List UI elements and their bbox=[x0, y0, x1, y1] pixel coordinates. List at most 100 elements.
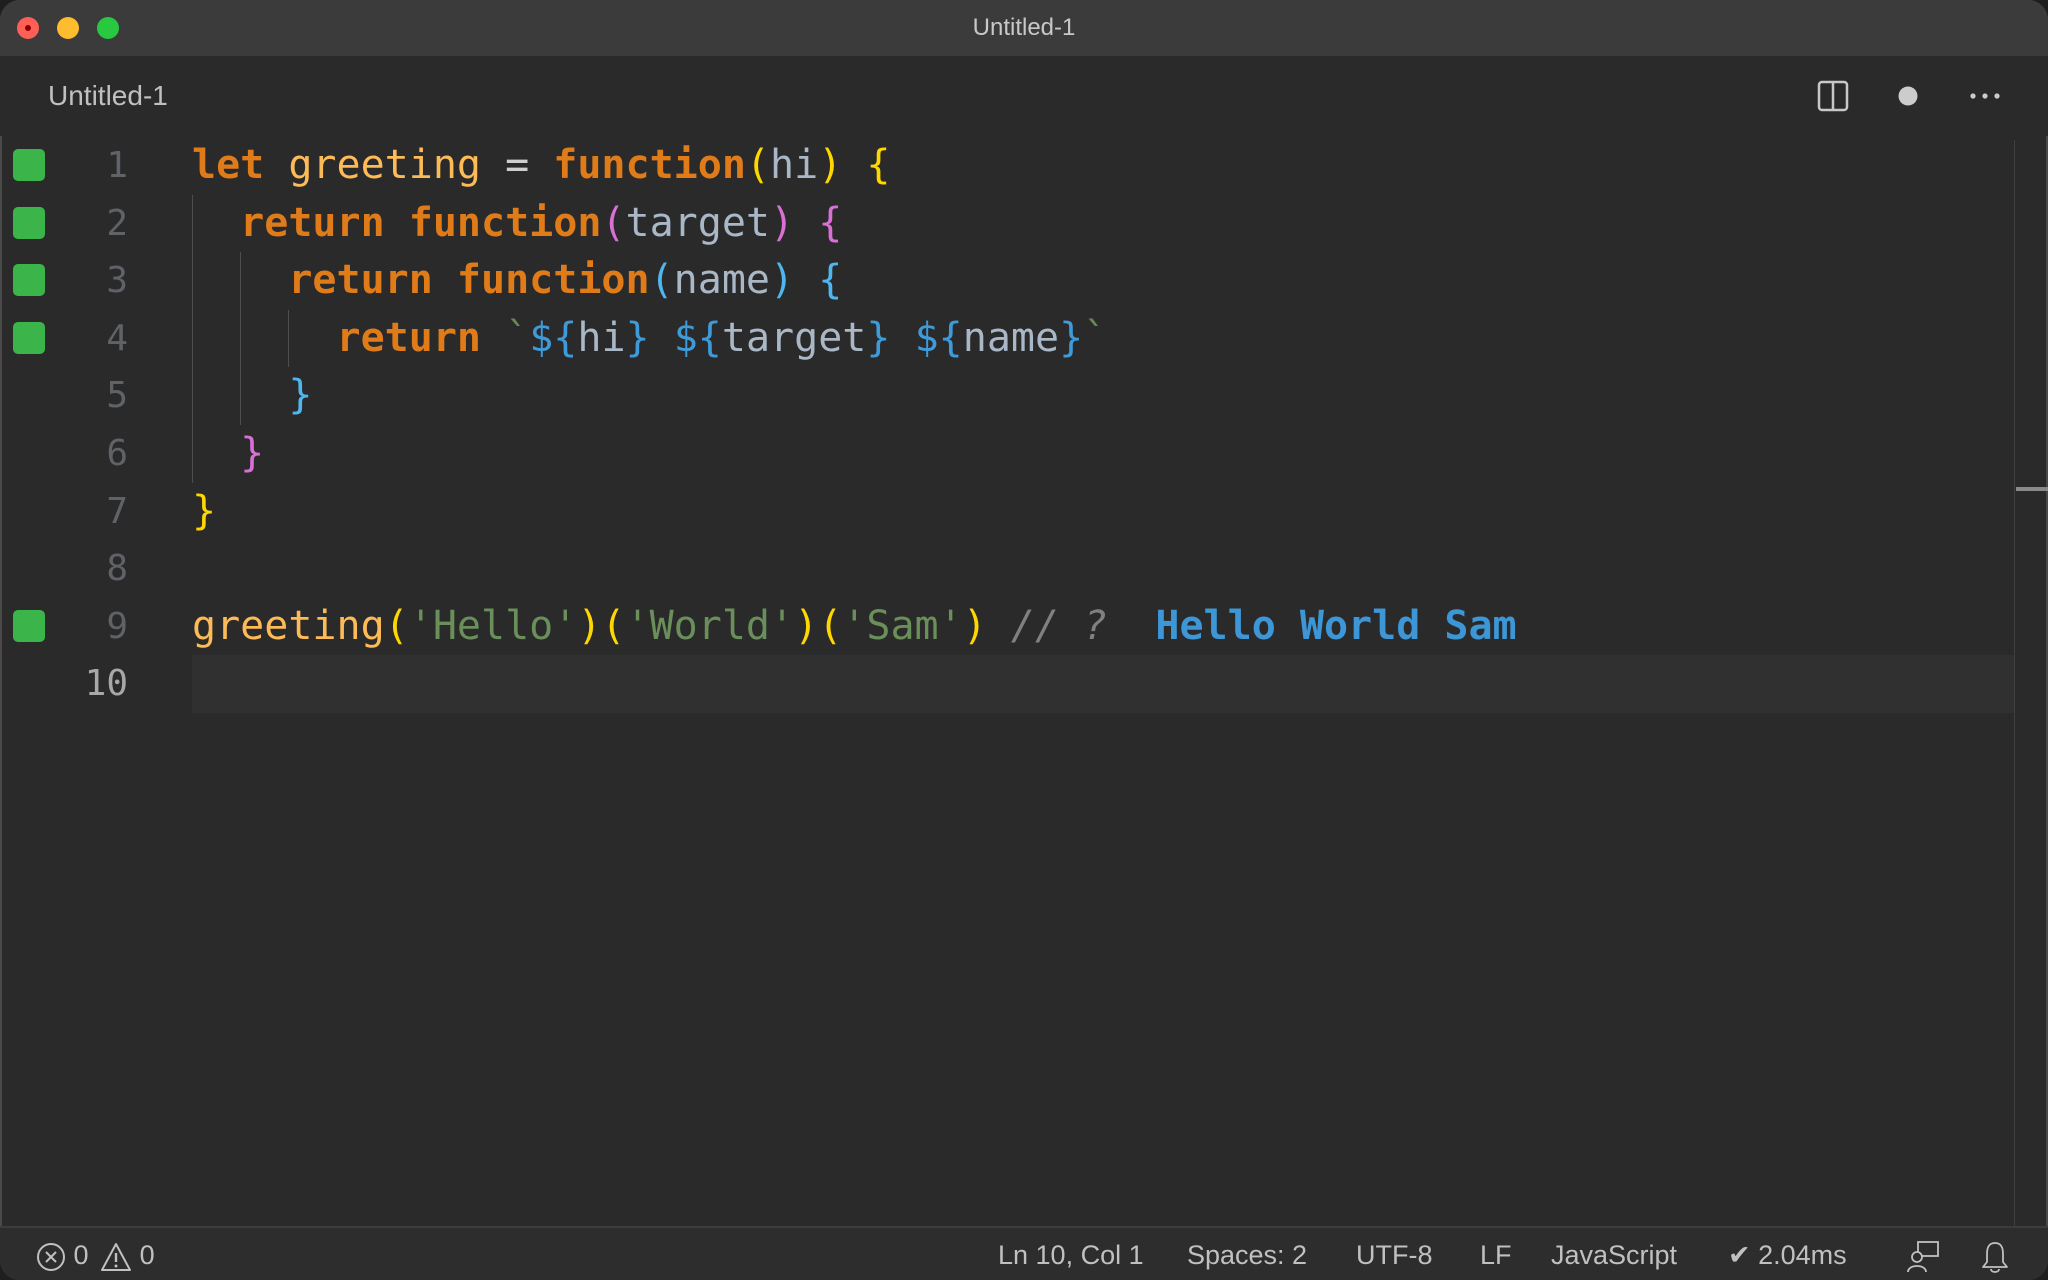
split-editor-icon bbox=[1817, 80, 1849, 112]
code-token: hi bbox=[770, 142, 819, 188]
encoding-setting[interactable]: UTF-8 bbox=[1356, 1228, 1433, 1280]
tab-untitled-1[interactable]: Untitled-1 bbox=[48, 80, 168, 112]
code-token: ) bbox=[794, 602, 819, 649]
code-token: 'Sam' bbox=[842, 602, 963, 649]
line-number: 9 bbox=[106, 605, 128, 647]
code-token: name bbox=[673, 257, 770, 304]
split-editor-button[interactable] bbox=[1813, 76, 1853, 116]
line-number: 2 bbox=[106, 202, 128, 244]
bell-icon bbox=[1982, 1241, 2008, 1273]
code-line-content[interactable]: } bbox=[192, 483, 2014, 541]
dot-icon bbox=[1898, 86, 1918, 106]
code-text: return function(target) { bbox=[192, 195, 842, 253]
more-actions-button[interactable] bbox=[1965, 76, 2005, 116]
error-count: 0 bbox=[73, 1240, 89, 1270]
cursor-position[interactable]: Ln 10, Col 1 bbox=[998, 1228, 1144, 1280]
code-line-content[interactable] bbox=[192, 655, 2014, 713]
code-token: function bbox=[456, 257, 650, 304]
code-token: ${ bbox=[529, 314, 578, 361]
code-token: function bbox=[408, 199, 602, 246]
code-text: } bbox=[192, 367, 312, 425]
coverage-marker bbox=[13, 206, 45, 239]
code-line[interactable]: 6 } bbox=[0, 425, 2014, 483]
quokka-timing[interactable]: ✔ 2.04ms bbox=[1728, 1228, 1847, 1280]
code-token: ( bbox=[384, 602, 409, 649]
indentation-setting[interactable]: Spaces: 2 bbox=[1187, 1228, 1307, 1280]
feedback-icon bbox=[1907, 1240, 1939, 1273]
code-line[interactable]: 5 } bbox=[0, 367, 2014, 425]
code-token: } bbox=[625, 314, 650, 361]
editor-window: Untitled-1 Untitled-1 1let greeting = f bbox=[0, 0, 2048, 1280]
code-line-content[interactable]: return function(target) { bbox=[192, 195, 2014, 253]
inline-result: Hello World Sam bbox=[1155, 602, 1517, 649]
code-line[interactable]: 9 greeting('Hello')('World')('Sam') // ? … bbox=[0, 598, 2014, 656]
code-line-content[interactable]: } bbox=[192, 367, 2014, 425]
code-token: ( bbox=[601, 602, 626, 649]
code-line-content[interactable]: } bbox=[192, 425, 2014, 483]
code-token: = bbox=[481, 142, 554, 188]
tab-bar: Untitled-1 bbox=[0, 56, 2048, 136]
line-number: 8 bbox=[106, 548, 128, 590]
code-token: { bbox=[818, 257, 843, 304]
code-token: 'Hello' bbox=[408, 602, 578, 649]
code-token: } bbox=[288, 372, 313, 419]
code-line[interactable]: 1 let greeting = function(hi) { bbox=[0, 137, 2014, 195]
code-line-content[interactable]: let greeting = function(hi) { bbox=[192, 137, 2014, 195]
code-token: ) bbox=[962, 602, 987, 649]
code-token: ( bbox=[649, 257, 674, 304]
coverage-marker bbox=[13, 321, 45, 354]
code-token: ( bbox=[818, 602, 843, 649]
code-text: greeting('Hello')('World')('Sam') // ? H… bbox=[192, 598, 1517, 656]
line-number: 5 bbox=[106, 375, 128, 417]
line-number: 1 bbox=[106, 145, 128, 186]
coverage-marker bbox=[13, 149, 45, 181]
feedback-button[interactable] bbox=[1906, 1228, 1940, 1280]
code-token: target bbox=[625, 199, 771, 246]
code-line-content[interactable]: greeting('Hello')('World')('Sam') // ? H… bbox=[192, 598, 2014, 656]
code-token: ${ bbox=[673, 314, 722, 361]
notifications-button[interactable] bbox=[1980, 1228, 2010, 1280]
code-line[interactable]: 3 return function(name) { bbox=[0, 252, 2014, 310]
problems-indicator[interactable]: 0 0 bbox=[36, 1228, 155, 1280]
coverage-marker bbox=[13, 609, 45, 642]
code-token: } bbox=[192, 487, 217, 534]
code-line-content[interactable]: return `${hi} ${target} ${name}` bbox=[192, 310, 2014, 368]
code-text: return `${hi} ${target} ${name}` bbox=[192, 310, 1108, 368]
code-token: return bbox=[288, 257, 433, 304]
code-line[interactable]: 8 bbox=[0, 540, 2014, 598]
code-line-content[interactable]: return function(name) { bbox=[192, 252, 2014, 310]
code-token: ${ bbox=[914, 314, 963, 361]
line-number: 10 bbox=[84, 663, 128, 705]
code-line[interactable]: 2 return function(target) { bbox=[0, 195, 2014, 253]
code-token: { bbox=[818, 199, 843, 246]
code-editor[interactable]: 1 let greeting = function(hi) {2 return f… bbox=[0, 137, 2048, 1227]
code-token: ` bbox=[1083, 314, 1108, 361]
code-token: ( bbox=[745, 142, 770, 188]
code-token: ( bbox=[601, 199, 626, 246]
line-number: 6 bbox=[106, 433, 128, 474]
eol-setting[interactable]: LF bbox=[1480, 1228, 1512, 1280]
coverage-marker bbox=[13, 264, 45, 297]
code-line[interactable]: 4 return `${hi} ${target} ${name}` bbox=[0, 310, 2014, 368]
overview-ruler[interactable] bbox=[2014, 140, 2048, 1227]
language-mode[interactable]: JavaScript bbox=[1551, 1228, 1677, 1280]
code-line-content[interactable] bbox=[192, 540, 2014, 598]
code-token: function bbox=[553, 142, 746, 188]
code-line[interactable]: 7} bbox=[0, 483, 2014, 541]
code-line[interactable]: 10 bbox=[0, 655, 2014, 713]
code-text: let greeting = function(hi) { bbox=[192, 137, 890, 195]
unsaved-indicator[interactable] bbox=[1888, 76, 1928, 116]
code-token: 'World' bbox=[625, 602, 795, 649]
code-token: { bbox=[866, 142, 891, 188]
code-token: greeting bbox=[192, 602, 385, 649]
